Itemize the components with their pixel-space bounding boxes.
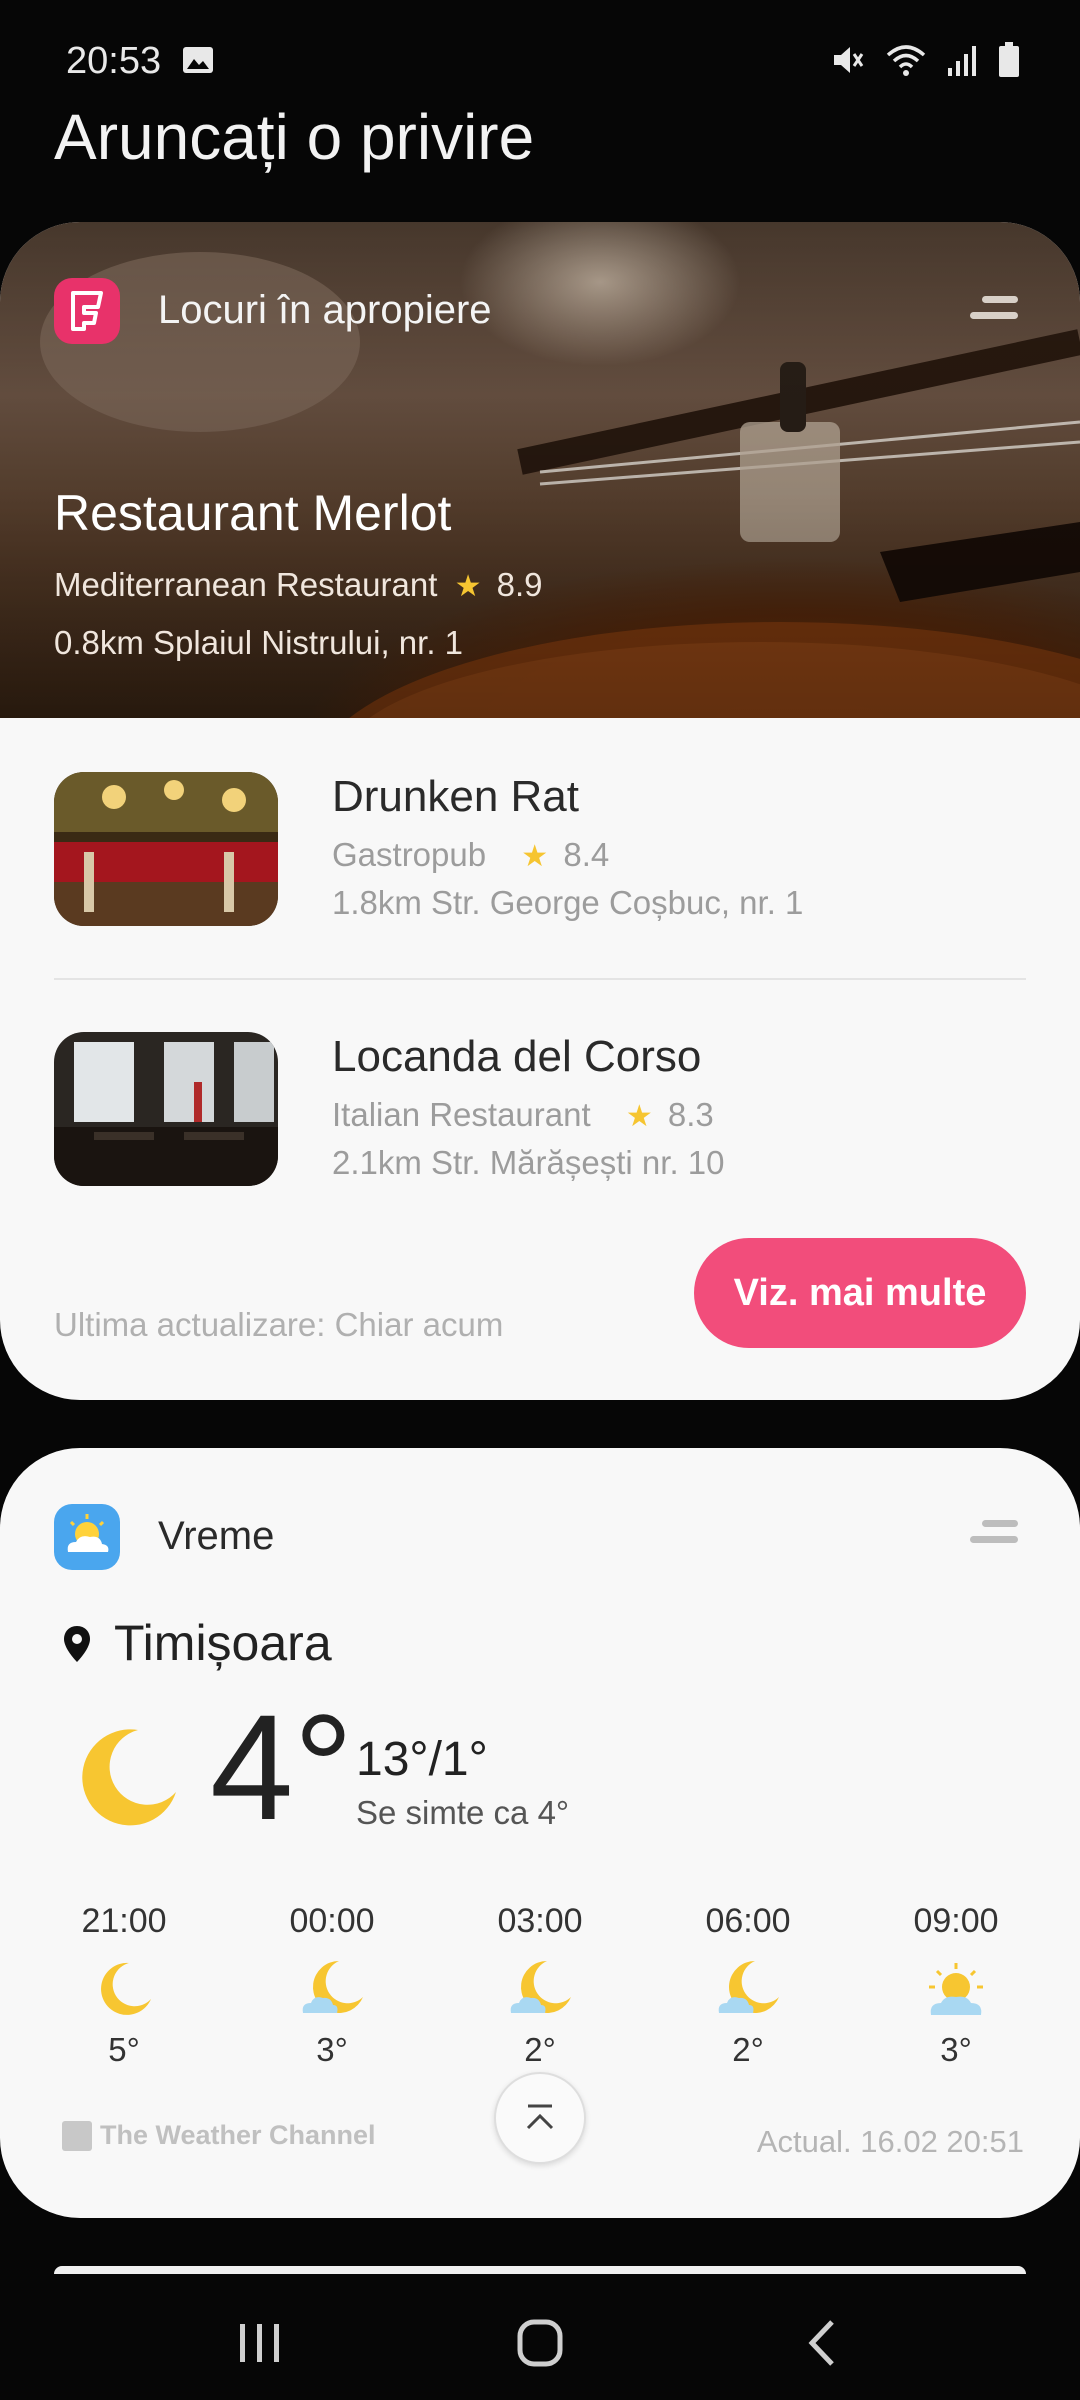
forecast-item: 03:00 2° [470,1902,610,2069]
city-name: Timișoara [114,1615,332,1671]
place-category: Italian Restaurant [332,1096,591,1133]
forecast-temp: 2° [524,2031,556,2068]
mute-icon [834,47,864,73]
forecast-time: 00:00 [289,1902,375,1940]
provider-name: The Weather Channel [100,2120,376,2150]
gallery-icon [183,47,213,73]
forecast-time: 09:00 [913,1902,999,1940]
back-icon[interactable] [796,2316,856,2370]
featured-rating: 8.9 [496,566,543,603]
moon-cloud-icon [718,1961,779,2013]
featured-category: Mediterranean Restaurant [54,566,438,603]
moon-icon [82,1729,176,1826]
feels-like-text: Se simte ca 4° [356,1794,570,1831]
high-low-temperature: 13°/1° [356,1733,488,1786]
divider [54,978,1026,980]
place-meta: Italian Restaurant ★ 8.3 [332,1096,714,1134]
forecast-temp: 2° [732,2031,764,2068]
forecast-temp: 3° [940,2031,972,2068]
view-more-button[interactable]: Viz. mai multe [694,1238,1026,1348]
place-category: Gastropub [332,836,487,873]
card-header-label: Locuri în apropiere [158,288,492,332]
star-icon: ★ [521,840,549,873]
scroll-up-button[interactable] [494,2072,586,2164]
forecast-time: 03:00 [497,1902,583,1940]
forecast-item: 00:00 3° [262,1902,402,2069]
place-address: 2.1km Str. Mărășești nr. 10 [332,1144,725,1181]
card-menu-handle[interactable] [970,1520,1018,1546]
chevron-up-icon [526,2104,554,2130]
forecast-time: 21:00 [81,1902,167,1940]
place-meta: Gastropub ★ 8.4 [332,836,609,874]
weather-updated-time: Actual. 16.02 20:51 [756,2124,1024,2159]
status-bar: 20:53 [0,0,1080,110]
home-icon[interactable] [510,2316,570,2370]
card-menu-handle[interactable] [970,296,1018,322]
nearby-places-card[interactable]: Locuri în apropiere Restaurant Merlot Me… [0,222,1080,1400]
place-address: 1.8km Str. George Coșbuc, nr. 1 [332,884,804,921]
featured-address: 0.8km Splaiul Nistrului, nr. 1 [54,624,464,661]
card-header-label: Vreme [158,1514,275,1558]
recents-icon[interactable] [230,2316,290,2370]
place-rating: 8.4 [563,836,610,873]
place-rating: 8.3 [667,1096,714,1133]
weather-provider[interactable]: The Weather Channel [62,2120,376,2151]
moon-cloud-icon [302,1961,363,2013]
list-item[interactable]: Locanda del Corso Italian Restaurant ★ 8… [54,1032,1026,1188]
place-name: Drunken Rat [332,772,580,821]
weather-card[interactable]: Vreme Timișoara 4° 13°/1° Se simte ca 4°… [0,1448,1080,2218]
forecast-item: 06:00 2° [678,1902,818,2069]
forecast-temp: 3° [316,2031,348,2068]
forecast-item: 09:00 3° [886,1902,1026,2069]
star-icon: ★ [454,570,482,603]
place-thumbnail [54,772,278,926]
place-thumbnail [54,1032,278,1186]
wifi-icon [886,45,926,76]
place-name: Locanda del Corso [332,1032,702,1081]
moon-icon [101,1962,151,2015]
page-title: Aruncați o privire [54,101,535,173]
weather-app-icon [54,1504,120,1570]
list-item[interactable]: Drunken Rat Gastropub ★ 8.4 1.8km Str. G… [54,772,1026,928]
star-icon: ★ [625,1100,653,1133]
sun-cloud-icon [929,1963,983,2015]
featured-place-meta: Mediterranean Restaurant ★ 8.9 [54,566,543,604]
current-temperature: 4° [210,1683,354,1851]
forecast-time: 06:00 [705,1902,791,1940]
location-pin-icon [64,1626,90,1662]
featured-place[interactable]: Locuri în apropiere Restaurant Merlot Me… [0,222,1080,718]
moon-cloud-icon [510,1961,571,2013]
forecast-temp: 5° [108,2031,140,2068]
weather-channel-logo-icon [62,2120,92,2151]
status-time: 20:53 [66,40,162,82]
next-card-edge [54,2266,1026,2274]
forecast-item: 21:00 5° [54,1902,194,2069]
battery-icon [999,42,1019,77]
featured-place-name: Restaurant Merlot [54,485,452,541]
signal-icon [948,46,976,76]
navigation-bar [0,2276,1080,2400]
last-update-text: Ultima actualizare: Chiar acum [54,1306,504,1343]
foursquare-logo-icon [54,278,120,344]
hourly-forecast: 21:00 5° 00:00 3° 03:00 2° 06:00 2° 09:0… [0,1902,1080,2068]
